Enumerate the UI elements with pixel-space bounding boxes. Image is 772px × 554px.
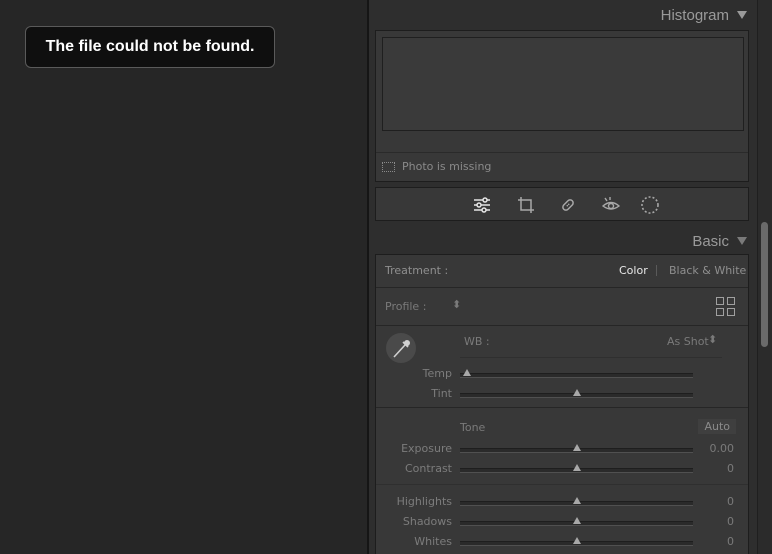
tone-auto-button[interactable]: Auto [698,419,736,434]
panel-scrollbar[interactable] [757,0,772,554]
collapse-triangle-icon[interactable] [737,11,747,19]
shadows-value[interactable]: 0 [727,515,734,528]
histogram-panel: Photo is missing [375,30,749,182]
histogram-title: Histogram [660,6,729,24]
histogram-header[interactable]: Histogram [661,1,747,29]
divider [376,484,748,485]
basic-header[interactable]: Basic [692,227,747,255]
treatment-label: Treatment : [385,264,449,277]
redeye-icon[interactable] [600,194,622,216]
photo-missing-label: Photo is missing [402,160,492,173]
wb-dropdown-arrows-icon[interactable]: ⬍ [708,333,717,346]
error-toast: The file could not be found. [25,26,275,68]
temp-slider-track[interactable] [460,373,693,378]
whites-slider-thumb[interactable] [572,537,581,544]
exposure-value[interactable]: 0.00 [710,442,735,455]
divider [376,325,748,326]
collapse-triangle-icon[interactable] [737,237,747,245]
contrast-slider-thumb[interactable] [572,464,581,471]
histogram-graph [382,37,744,131]
basic-title: Basic [692,232,729,250]
contrast-value[interactable]: 0 [727,462,734,475]
tone-label: Tone [460,421,486,434]
contrast-label: Contrast [404,462,452,475]
divider [460,357,722,358]
temp-label: Temp [422,367,452,380]
whites-label: Whites [414,535,452,548]
mask-icon[interactable] [639,194,661,216]
shadows-slider-thumb[interactable] [572,517,581,524]
tint-slider-thumb[interactable] [572,389,581,396]
highlights-value[interactable]: 0 [727,495,734,508]
sliders-icon[interactable] [471,194,493,216]
treatment-color-option[interactable]: Color [619,264,648,277]
temp-slider-thumb[interactable] [462,369,471,376]
exposure-slider-thumb[interactable] [572,444,581,451]
shadows-label: Shadows [402,515,452,528]
toast-message: The file could not be found. [45,38,255,55]
divider [376,152,748,153]
divider [376,407,748,408]
profile-browser-grid-icon[interactable] [716,297,736,316]
tint-label: Tint [431,387,452,400]
divider [376,287,748,288]
treatment-bw-option[interactable]: Black & White [669,264,746,277]
wb-label: WB : [464,335,490,348]
photo-missing-status: Photo is missing [382,160,491,173]
highlights-label: Highlights [396,495,452,508]
highlights-slider-thumb[interactable] [572,497,581,504]
basic-panel: Treatment : Color Black & White Profile … [375,254,749,554]
profile-dropdown-arrows-icon[interactable]: ⬍ [452,298,461,311]
healing-icon[interactable] [557,194,579,216]
develop-right-panel: Histogram Photo is missing Basic Treatme… [369,0,757,554]
tool-strip [375,187,749,221]
crop-icon[interactable] [515,194,537,216]
missing-photo-icon [382,161,395,172]
wb-value[interactable]: As Shot [667,335,709,348]
divider [656,265,657,276]
wb-eyedropper-button[interactable] [386,333,416,363]
whites-value[interactable]: 0 [727,535,734,548]
image-viewer-area: The file could not be found. [0,0,367,554]
exposure-label: Exposure [401,442,452,455]
profile-label: Profile : [385,300,427,313]
scrollbar-thumb[interactable] [761,222,768,347]
